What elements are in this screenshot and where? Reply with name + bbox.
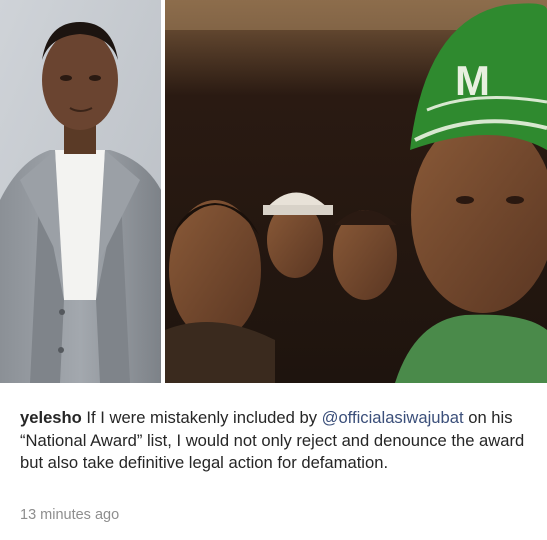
caption-text-part1: If I were mistakenly included by xyxy=(81,408,322,427)
instagram-post: M yelesho If I were mistakenly included … xyxy=(0,0,547,540)
post-timestamp: 13 minutes ago xyxy=(20,507,120,523)
username-link[interactable]: yelesho xyxy=(20,408,82,427)
group-photo[interactable]: M xyxy=(165,0,547,383)
post-caption: yelesho If I were mistakenly included by… xyxy=(20,407,535,475)
mention-link[interactable]: @officialasiwajubat xyxy=(322,408,464,427)
post-images: M xyxy=(0,0,547,383)
portrait-photo[interactable] xyxy=(0,0,161,383)
portrait-image xyxy=(0,0,161,383)
group-image: M xyxy=(165,0,547,383)
cap-letter: M xyxy=(455,57,490,104)
